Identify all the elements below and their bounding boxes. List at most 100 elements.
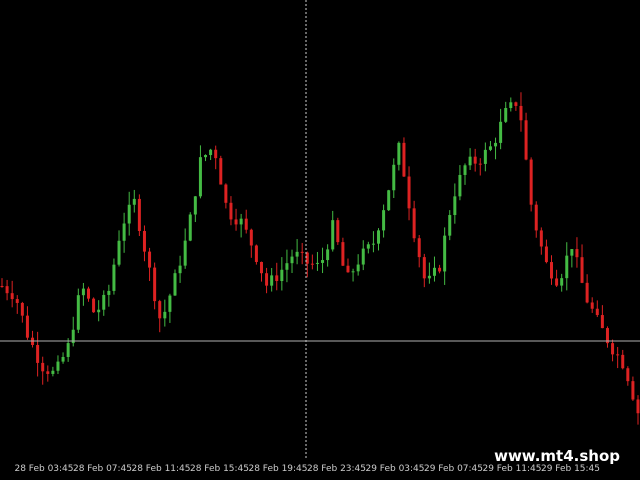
x-tick-label: 28 Feb 03:45 [14, 464, 73, 474]
x-tick-label: 28 Feb 23:45 [307, 464, 366, 474]
candle-body [204, 155, 208, 158]
candle-body [81, 288, 85, 296]
candle-body [519, 105, 523, 121]
candle-body [92, 298, 96, 313]
candle-body [259, 261, 263, 274]
price-chart: 28 Feb 03:45 28 Feb 07:45 28 Feb 11:45 28 F… [0, 0, 640, 480]
candle-body [550, 262, 554, 279]
candle-body [219, 158, 223, 185]
candle-body [432, 267, 436, 276]
candle-body [458, 174, 462, 197]
candle-body [46, 371, 50, 374]
candle-body [580, 257, 584, 283]
candle-body [412, 208, 416, 239]
candle-body [321, 260, 325, 263]
candle-body [239, 218, 243, 225]
candle-body [478, 163, 482, 165]
candle-body [61, 356, 65, 362]
candle-body [590, 302, 594, 309]
candle-body [387, 190, 391, 211]
candle-body [310, 263, 314, 265]
candle-body [295, 251, 299, 257]
candle-body [453, 196, 457, 216]
candle-body [158, 301, 162, 319]
candle-body [102, 294, 106, 310]
candle-body [51, 370, 55, 374]
candle-body [473, 156, 477, 164]
candle-body [600, 315, 604, 329]
candle-body [422, 257, 426, 279]
candle-body [494, 142, 498, 147]
x-axis: 28 Feb 03:45 28 Feb 07:45 28 Feb 11:45 28 F… [14, 464, 600, 474]
candle-body [188, 214, 192, 241]
candle-body [163, 311, 167, 319]
candle-body [10, 293, 14, 300]
candle-body [539, 230, 543, 247]
candle-body [427, 275, 431, 279]
candle-body [41, 362, 45, 372]
candle-body [570, 249, 574, 256]
candle-body [402, 142, 406, 177]
candle-body [285, 263, 289, 270]
candle-body [595, 308, 599, 316]
candle-body [178, 265, 182, 274]
x-tick-label: 29 Feb 03:45 [365, 464, 424, 474]
candle-body [249, 229, 253, 246]
candle-body [438, 267, 442, 272]
candle-body [382, 210, 386, 231]
candle-body [0, 286, 4, 287]
candle-body [468, 156, 472, 166]
candle-body [132, 198, 136, 205]
x-tick-label: 28 Feb 07:45 [73, 464, 132, 474]
candle-body [514, 102, 518, 106]
candle-body [290, 256, 294, 264]
candle-body [443, 235, 447, 272]
candle-body [499, 121, 503, 143]
candle-body [544, 246, 548, 263]
candle-body [585, 282, 589, 303]
chart-background [0, 0, 640, 480]
candle-body [137, 198, 141, 231]
candle-body [5, 286, 9, 294]
candle-body [66, 343, 70, 357]
candle-body [488, 146, 492, 150]
candle-body [565, 255, 569, 279]
candle-body [198, 157, 202, 197]
candle-body [331, 220, 335, 250]
candle-body [56, 361, 60, 371]
candle-body [173, 273, 177, 296]
x-tick-label: 28 Feb 15:45 [190, 464, 249, 474]
candle-body [300, 251, 304, 253]
candle-body [86, 288, 90, 299]
candle-body [346, 265, 350, 273]
watermark: www.mt4.shop [494, 447, 620, 465]
candle-body [224, 184, 228, 203]
candle-body [611, 343, 615, 355]
candle-body [122, 223, 126, 241]
candle-body [361, 248, 365, 265]
candle-body [636, 399, 640, 414]
candle-body [142, 230, 146, 252]
candle-body [97, 309, 101, 313]
candle-body [631, 381, 635, 400]
candle-body [275, 275, 279, 282]
candle-body [193, 196, 197, 215]
x-tick-label: 29 Feb 11:45 [482, 464, 541, 474]
candle-body [254, 245, 258, 262]
candle-body [463, 165, 467, 175]
candle-body [280, 269, 284, 282]
x-tick-label: 28 Feb 19:45 [248, 464, 307, 474]
candle-body [127, 204, 131, 224]
candle-body [36, 344, 40, 363]
candle-body [270, 275, 274, 286]
candle-body [529, 159, 533, 205]
candle-body [244, 218, 248, 230]
candle-body [377, 230, 381, 244]
candle-body [621, 354, 625, 369]
candle-body [509, 102, 513, 109]
candle-body [448, 215, 452, 236]
candle-body [366, 244, 370, 249]
candle-body [626, 368, 630, 382]
candle-body [234, 219, 238, 225]
candle-body [392, 164, 396, 191]
